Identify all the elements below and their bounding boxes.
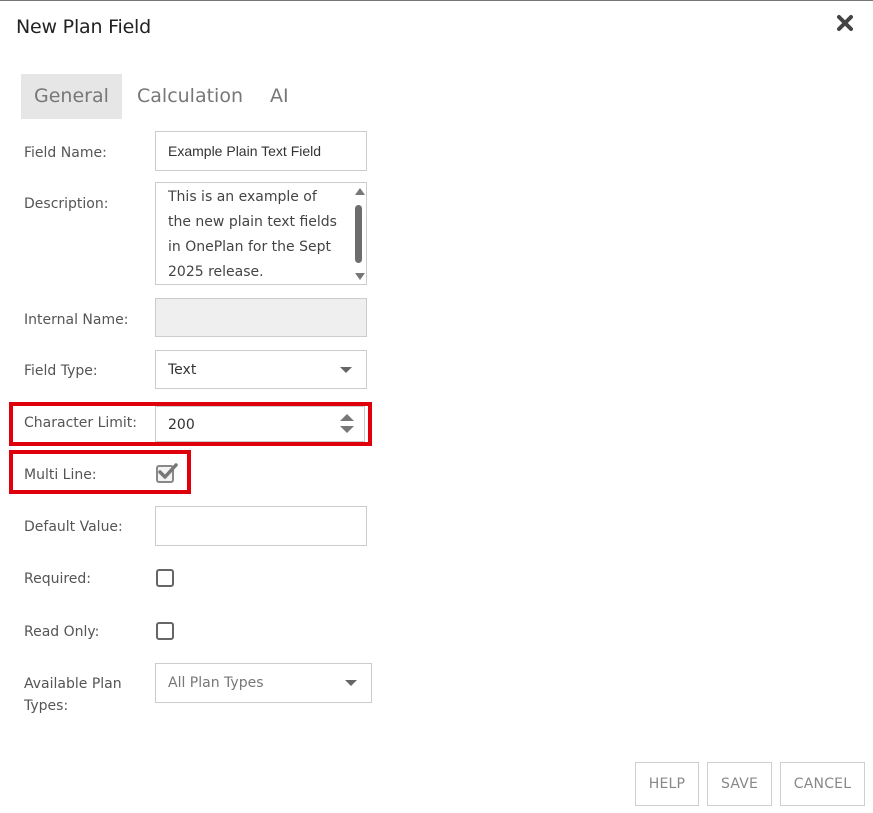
field-type-value: Text	[168, 362, 197, 378]
field-type-select[interactable]: Text	[155, 350, 367, 389]
required-label: Required:	[24, 571, 92, 587]
description-textarea[interactable]: This is an example of the new plain text…	[155, 182, 367, 285]
spin-up-icon[interactable]	[340, 414, 354, 421]
tab-general[interactable]: General	[21, 74, 122, 119]
internal-name-label: Internal Name:	[24, 312, 129, 328]
chevron-down-icon	[345, 680, 357, 686]
tab-calculation[interactable]: Calculation	[124, 74, 256, 119]
spin-down-icon[interactable]	[340, 426, 354, 433]
dialog-top-border	[0, 0, 873, 1]
checkmark-icon	[158, 463, 178, 479]
save-button[interactable]: SAVE	[707, 762, 772, 806]
dialog-title: New Plan Field	[16, 16, 151, 38]
chevron-down-icon	[340, 367, 352, 373]
available-plan-types-value: All Plan Types	[168, 675, 264, 691]
read-only-label: Read Only:	[24, 624, 100, 640]
multi-line-checkbox[interactable]	[156, 463, 178, 483]
scrollbar-thumb[interactable]	[355, 205, 362, 263]
character-limit-value: 200	[168, 417, 195, 433]
scroll-up-arrow-icon[interactable]	[355, 188, 365, 195]
field-name-label: Field Name:	[24, 145, 107, 161]
default-value-label: Default Value:	[24, 519, 123, 535]
default-value-input[interactable]	[155, 506, 367, 546]
description-label: Description:	[24, 196, 109, 212]
tab-ai[interactable]: AI	[257, 74, 302, 119]
help-button[interactable]: HELP	[635, 762, 699, 806]
character-limit-label: Character Limit:	[24, 415, 137, 431]
field-name-input[interactable]	[155, 131, 367, 171]
available-plan-types-select[interactable]: All Plan Types	[155, 663, 372, 703]
field-type-label: Field Type:	[24, 363, 98, 379]
multi-line-label: Multi Line:	[24, 467, 97, 483]
character-limit-input[interactable]: 200	[155, 406, 365, 442]
description-text: This is an example of the new plain text…	[168, 189, 337, 280]
cancel-button[interactable]: CANCEL	[780, 762, 865, 806]
available-plan-types-label: Available Plan Types:	[24, 676, 122, 714]
read-only-checkbox[interactable]	[156, 622, 174, 640]
required-checkbox[interactable]	[156, 569, 174, 587]
scroll-down-arrow-icon[interactable]	[355, 273, 365, 280]
close-icon[interactable]	[836, 14, 856, 36]
internal-name-input	[155, 298, 367, 337]
